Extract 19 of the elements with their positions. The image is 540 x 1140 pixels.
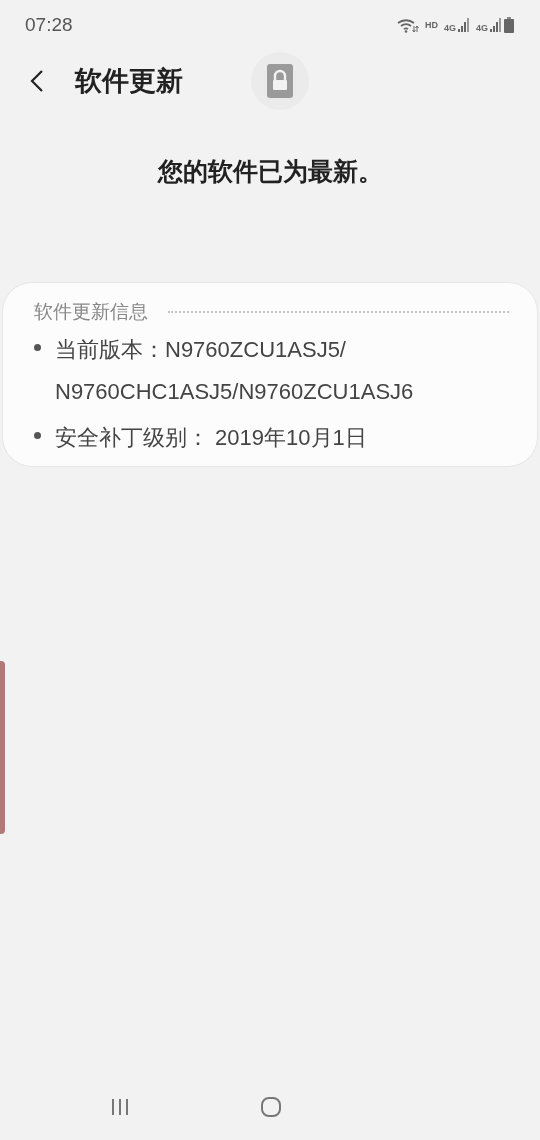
- signal-icon: [490, 18, 502, 32]
- edge-panel-handle[interactable]: [0, 661, 5, 834]
- home-icon[interactable]: [260, 1096, 282, 1118]
- wifi-icon: [396, 17, 419, 33]
- network-label: HD: [424, 20, 438, 30]
- bullet-icon: [34, 344, 41, 351]
- network-label: 4G: [443, 23, 456, 33]
- page-title: 软件更新: [75, 64, 183, 98]
- network-label: 4G: [476, 23, 488, 33]
- status-time: 07:28: [25, 14, 73, 36]
- status-message: 您的软件已为最新。: [156, 156, 384, 188]
- signal-icon: [458, 18, 470, 32]
- recent-apps-icon[interactable]: [110, 1097, 130, 1117]
- info-text: 当前版本：N9760ZCU1ASJ5/ N9760CHC1ASJ5/N9760ZCU1ASJ6: [55, 336, 415, 406]
- bullet-icon: [34, 432, 41, 439]
- card-title: 软件更新信息: [34, 299, 148, 324]
- battery-icon: [504, 17, 514, 33]
- info-text: 安全补丁级别： 2019年10月1日: [55, 424, 368, 452]
- back-icon[interactable]: [30, 69, 44, 93]
